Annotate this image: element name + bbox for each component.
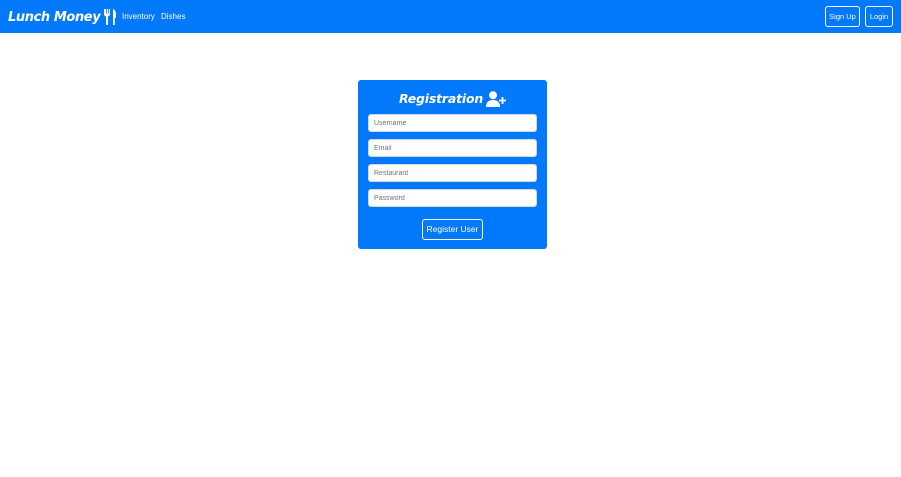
- nav-link-inventory[interactable]: Inventory: [122, 11, 155, 22]
- brand-logo[interactable]: Lunch Money: [8, 7, 117, 27]
- brand-name: Lunch Money: [8, 9, 101, 25]
- fork-knife-icon: [104, 9, 117, 25]
- registration-card: Registration Register User: [358, 80, 547, 249]
- register-user-button[interactable]: Register User: [422, 219, 483, 240]
- restaurant-field[interactable]: [368, 164, 537, 182]
- email-field[interactable]: [368, 139, 537, 157]
- password-field[interactable]: [368, 189, 537, 207]
- top-navbar: Lunch Money Inventory Dishes Sign Up Log…: [0, 0, 901, 33]
- username-field[interactable]: [368, 114, 537, 132]
- nav-link-dishes[interactable]: Dishes: [161, 11, 185, 22]
- login-button[interactable]: Login: [865, 6, 893, 27]
- registration-title-text: Registration: [398, 90, 484, 106]
- registration-title: Registration: [358, 90, 547, 108]
- user-plus-icon: [486, 91, 507, 107]
- sign-up-button[interactable]: Sign Up: [825, 6, 860, 27]
